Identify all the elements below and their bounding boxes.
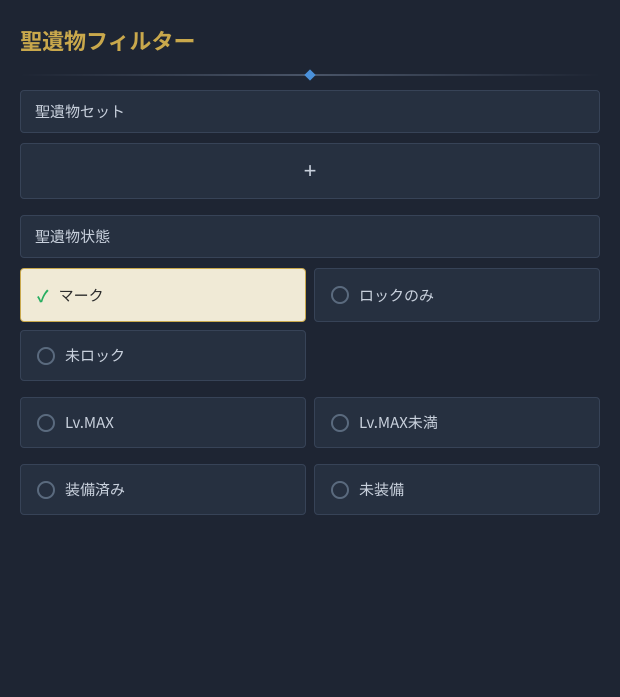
divider <box>20 74 600 76</box>
radio-circle-lv-below <box>331 414 349 432</box>
option-lock-only[interactable]: ロックのみ <box>314 268 600 322</box>
radio-circle-equipped <box>37 481 55 499</box>
option-lv-max[interactable]: Lv.MAX <box>20 397 306 448</box>
status-options: ✓ マーク ロックのみ 未ロック <box>20 268 600 381</box>
add-set-button[interactable]: + <box>20 143 600 199</box>
divider-diamond <box>304 69 315 80</box>
option-equipped[interactable]: 装備済み <box>20 464 306 515</box>
radio-circle-unequipped <box>331 481 349 499</box>
radio-circle-lvmax <box>37 414 55 432</box>
check-icon: ✓ <box>37 283 49 307</box>
equip-options: 装備済み 未装備 <box>20 464 600 515</box>
option-unlocked-label: 未ロック <box>65 345 125 366</box>
options-row-4: 装備済み 未装備 <box>20 464 600 515</box>
option-lock-only-label: ロックのみ <box>359 285 434 306</box>
option-lv-below-max-label: Lv.MAX未満 <box>359 412 438 433</box>
options-row-2: 未ロック <box>20 330 600 381</box>
option-mark[interactable]: ✓ マーク <box>20 268 306 322</box>
options-row-1: ✓ マーク ロックのみ <box>20 268 600 322</box>
radio-circle-unlocked <box>37 347 55 365</box>
option-lv-below-max[interactable]: Lv.MAX未満 <box>314 397 600 448</box>
option-lv-max-label: Lv.MAX <box>65 412 114 433</box>
options-row-3: Lv.MAX Lv.MAX未満 <box>20 397 600 448</box>
status-section-header: 聖遺物状態 <box>20 215 600 258</box>
option-unequipped-label: 未装備 <box>359 479 404 500</box>
set-section-header: 聖遺物セット <box>20 90 600 133</box>
filter-panel: 聖遺物フィルター 聖遺物セット + 聖遺物状態 ✓ マーク ロックのみ 未ロック <box>0 0 620 697</box>
option-unlocked[interactable]: 未ロック <box>20 330 306 381</box>
option-equipped-label: 装備済み <box>65 479 125 500</box>
option-mark-label: マーク <box>59 285 104 306</box>
option-unequipped[interactable]: 未装備 <box>314 464 600 515</box>
page-title: 聖遺物フィルター <box>20 24 600 56</box>
radio-circle-lock <box>331 286 349 304</box>
level-options: Lv.MAX Lv.MAX未満 <box>20 397 600 448</box>
